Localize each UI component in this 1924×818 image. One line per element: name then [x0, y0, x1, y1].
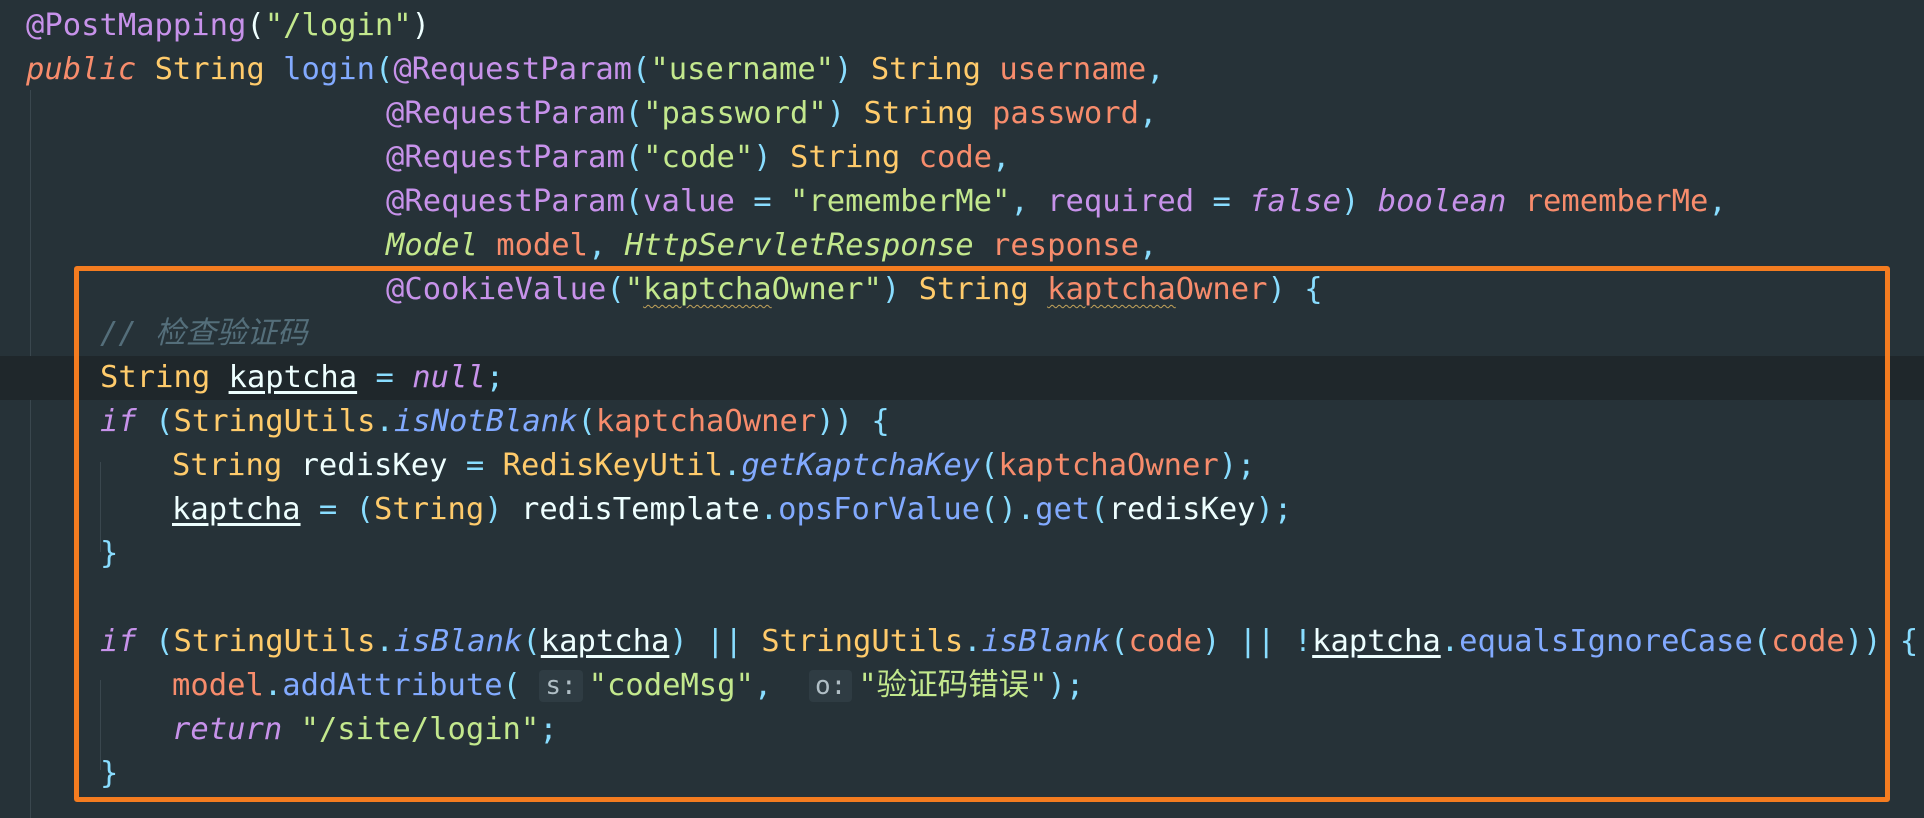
code-line-1[interactable]: @PostMapping("/login") [0, 4, 1924, 48]
keyword: public [26, 52, 137, 87]
code-line-8[interactable]: // 检查验证码 [0, 312, 1924, 356]
code-editor[interactable]: @PostMapping("/login") public String log… [0, 0, 1924, 818]
annotation: @PostMapping [26, 8, 247, 43]
parameter-hint: o: [809, 670, 853, 702]
code-line-6[interactable]: Model model, HttpServletResponse respons… [0, 224, 1924, 268]
comment: // 检查验证码 [100, 316, 308, 351]
code-line-15[interactable]: if (StringUtils.isBlank(kaptcha) || Stri… [0, 620, 1924, 664]
code-line-3[interactable]: @RequestParam("password") String passwor… [0, 92, 1924, 136]
code-line-13[interactable]: } [0, 532, 1924, 576]
code-line-10[interactable]: if (StringUtils.isNotBlank(kaptchaOwner)… [0, 400, 1924, 444]
parameter-hint: s: [539, 670, 583, 702]
code-line-14[interactable] [0, 576, 1924, 620]
code-line-7[interactable]: @CookieValue("kaptchaOwner") String kapt… [0, 268, 1924, 312]
code-line-5[interactable]: @RequestParam(value = "rememberMe", requ… [0, 180, 1924, 224]
code-line-18[interactable]: } [0, 752, 1924, 796]
code-line-11[interactable]: String redisKey = RedisKeyUtil.getKaptch… [0, 444, 1924, 488]
string-literal: "/login" [264, 8, 412, 43]
variable: kaptcha [228, 360, 358, 395]
code-line-12[interactable]: kaptcha = (String) redisTemplate.opsForV… [0, 488, 1924, 532]
method-name: login [283, 52, 375, 87]
code-line-2[interactable]: public String login(@RequestParam("usern… [0, 48, 1924, 92]
typo-underline: kaptcha [643, 272, 772, 307]
code-line-9-current[interactable]: String kaptcha = null; [0, 356, 1924, 400]
code-line-17[interactable]: return "/site/login"; [0, 708, 1924, 752]
code-line-4[interactable]: @RequestParam("code") String code, [0, 136, 1924, 180]
code-line-16[interactable]: model.addAttribute( s: "codeMsg", o: "验证码错… [0, 664, 1924, 708]
